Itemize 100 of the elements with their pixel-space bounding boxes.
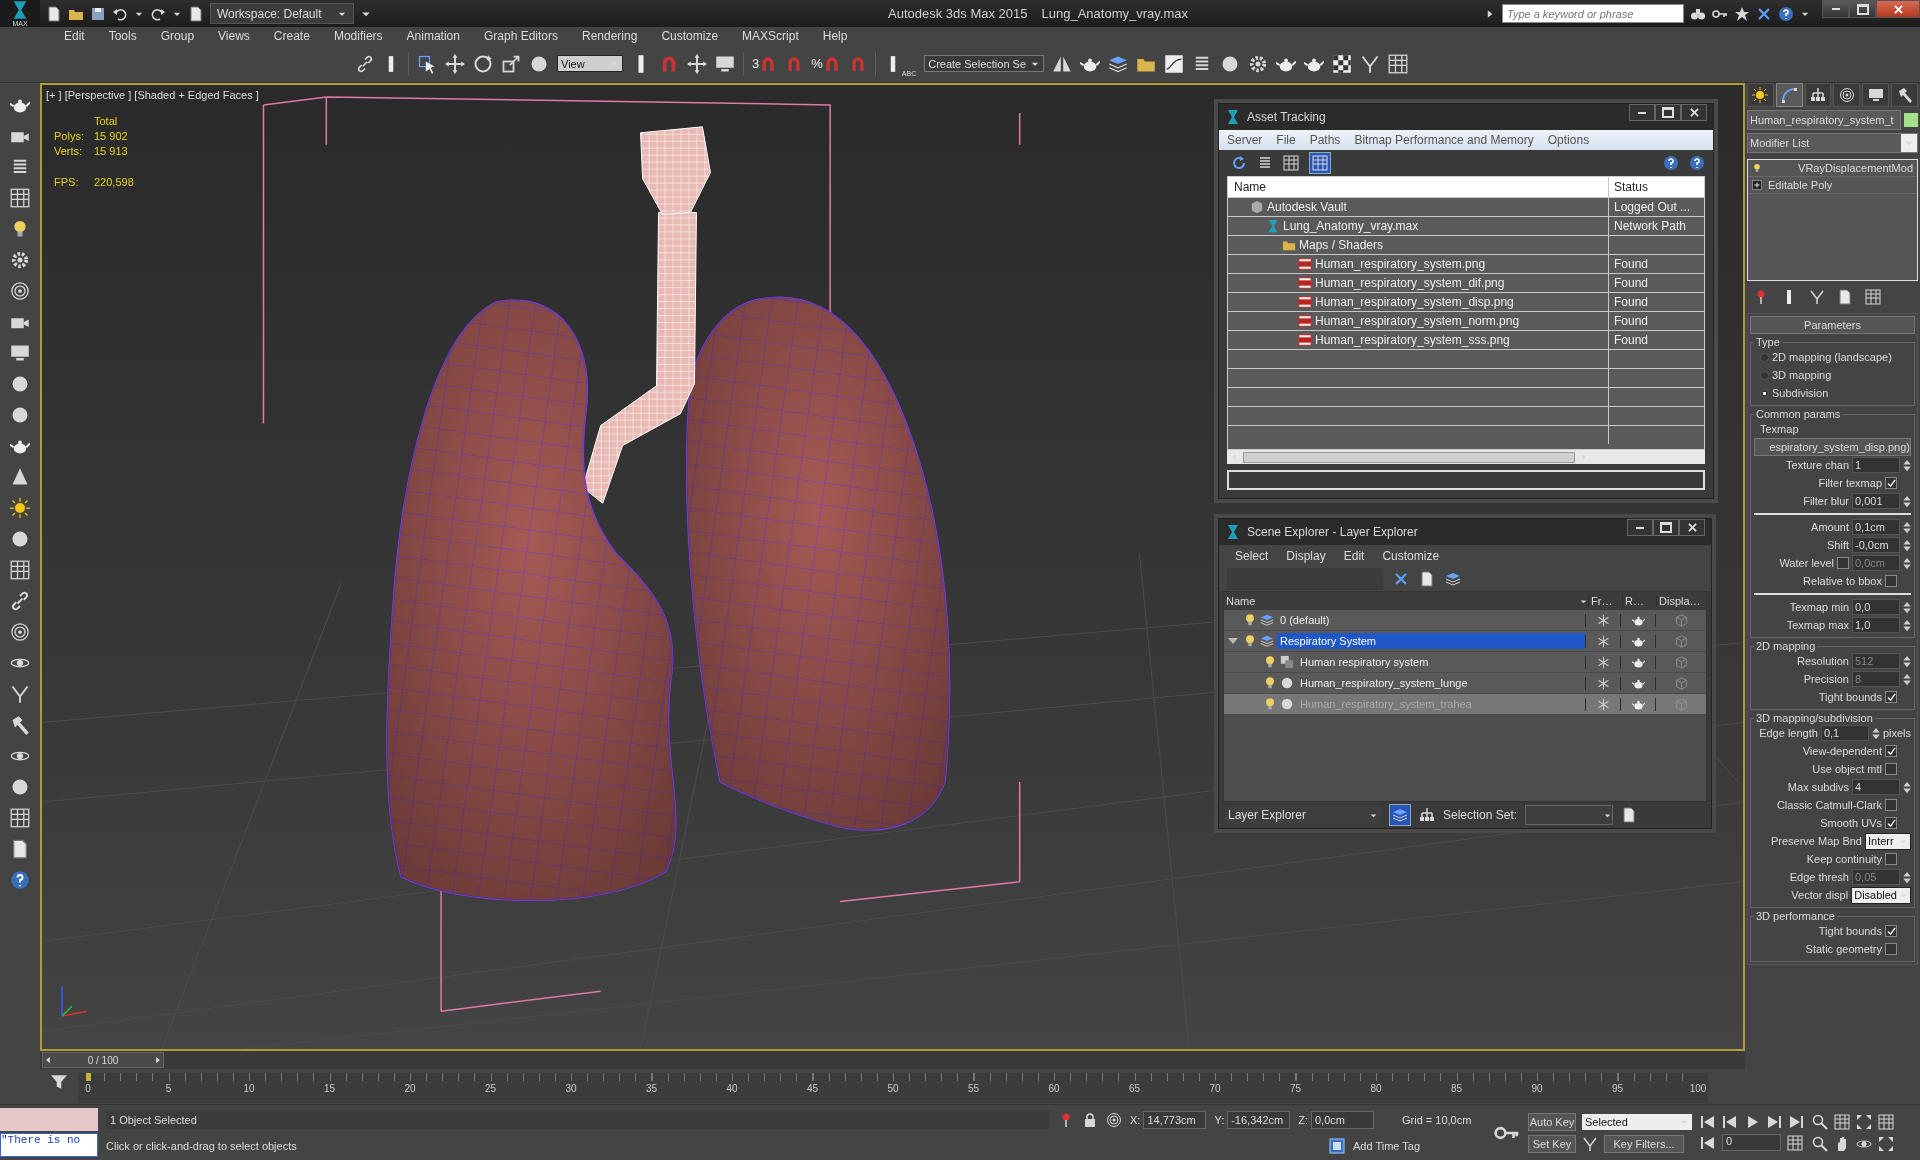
- save-icon[interactable]: [90, 5, 106, 22]
- asset-name[interactable]: Human_respiratory_system.png: [1315, 257, 1486, 271]
- viewport-label[interactable]: [+ ] [Perspective ] [Shaded + Edged Faces ]: [46, 89, 259, 101]
- filter-icon[interactable]: [50, 1073, 68, 1091]
- column-header[interactable]: Name: [1228, 177, 1609, 197]
- add-time-tag-button[interactable]: Add Time Tag: [1353, 1139, 1421, 1152]
- dropdown[interactable]: Disabled: [1851, 886, 1911, 904]
- column-header[interactable]: Fr…: [1588, 595, 1622, 607]
- snowflake-icon[interactable]: [1596, 613, 1610, 627]
- help-icon[interactable]: [1663, 155, 1679, 171]
- snowflake-icon[interactable]: [1596, 655, 1610, 669]
- sphere-icon[interactable]: [10, 777, 30, 797]
- utilities-tab[interactable]: [1891, 83, 1918, 107]
- explorer-mode-dropdown[interactable]: Layer Explorer: [1225, 806, 1381, 824]
- frame-counter[interactable]: 0 / 100: [42, 1052, 164, 1068]
- listener-input-field[interactable]: "There is no: [0, 1132, 98, 1157]
- snowflake-icon[interactable]: [1596, 676, 1610, 690]
- auto-key-button[interactable]: Auto Key: [1528, 1112, 1576, 1131]
- checkbox[interactable]: [1885, 691, 1897, 703]
- radio-button[interactable]: [1760, 388, 1769, 398]
- go-to-end-icon[interactable]: [1788, 1114, 1804, 1130]
- menu-item[interactable]: Edit: [1343, 549, 1365, 563]
- minimize-button[interactable]: [1822, 0, 1849, 18]
- menu-item[interactable]: Group: [148, 29, 207, 43]
- menu-item[interactable]: File: [1276, 133, 1296, 147]
- app-icon[interactable]: [1225, 109, 1241, 125]
- menu-item[interactable]: Server: [1227, 133, 1263, 147]
- move-icon[interactable]: [445, 53, 465, 74]
- spinner-field[interactable]: 1: [1852, 457, 1900, 473]
- star-icon[interactable]: [1734, 5, 1750, 22]
- menu-item[interactable]: Edit: [52, 29, 97, 43]
- menu-item[interactable]: Tools: [96, 29, 149, 43]
- table-view-button[interactable]: [1309, 152, 1331, 174]
- spinner-field[interactable]: 0,0: [1852, 599, 1900, 615]
- checkbox[interactable]: [1885, 943, 1897, 955]
- hierarchy-tab[interactable]: [1804, 83, 1832, 107]
- spinner-field[interactable]: 0,1: [1820, 725, 1869, 741]
- asset-name[interactable]: Human_respiratory_system_sss.png: [1315, 333, 1510, 347]
- grid-icon[interactable]: [10, 560, 30, 580]
- menu-item[interactable]: Bitmap Performance and Memory: [1354, 133, 1534, 147]
- set-key-button[interactable]: Set Key: [1528, 1134, 1576, 1153]
- column-header[interactable]: Name: [1224, 595, 1579, 607]
- snowflake-icon[interactable]: [1596, 697, 1610, 711]
- object-name-field[interactable]: Human_respiratory_system_t: [1747, 110, 1901, 130]
- column-header[interactable]: Status: [1609, 180, 1704, 194]
- sun-icon[interactable]: [10, 498, 30, 518]
- sphere-icon[interactable]: [10, 405, 30, 425]
- time-tag-icon[interactable]: [1329, 1137, 1345, 1154]
- select-object-icon[interactable]: [417, 53, 437, 74]
- spinner-field[interactable]: 0,001: [1852, 493, 1900, 509]
- light-bulb-icon[interactable]: [1263, 697, 1277, 711]
- display-tab[interactable]: [1862, 83, 1890, 107]
- reference-coordinate-dropdown[interactable]: View: [557, 55, 623, 72]
- object-color-swatch[interactable]: [1904, 113, 1918, 127]
- key-mode-dropdown[interactable]: Selected: [1582, 1113, 1692, 1130]
- light-bulb-icon[interactable]: [1243, 634, 1257, 648]
- link-icon[interactable]: [10, 591, 30, 611]
- menu-item[interactable]: Modifiers: [321, 29, 395, 43]
- menu-item[interactable]: Graph Editors: [471, 29, 570, 43]
- menu-item[interactable]: Options: [1547, 133, 1590, 147]
- maximize-button[interactable]: [1655, 104, 1681, 121]
- checkbox[interactable]: [1885, 575, 1897, 587]
- menu-item[interactable]: Help: [810, 29, 860, 43]
- menu-item[interactable]: Customize: [649, 29, 731, 43]
- help-icon[interactable]: [1778, 5, 1794, 22]
- go-to-start-icon[interactable]: [1700, 1114, 1716, 1130]
- checkbox[interactable]: [1885, 763, 1897, 775]
- create-tab[interactable]: [1747, 83, 1774, 107]
- cone-icon[interactable]: [10, 467, 30, 487]
- radio-button[interactable]: [1760, 352, 1769, 362]
- checkbox[interactable]: [1885, 853, 1897, 865]
- target-icon[interactable]: [10, 622, 30, 642]
- menu-item[interactable]: Paths: [1309, 133, 1341, 147]
- grid-icon[interactable]: [1388, 53, 1409, 74]
- menu-item[interactable]: Customize: [1382, 549, 1440, 563]
- refresh-icon[interactable]: [1231, 155, 1247, 171]
- zoom-extents-icon[interactable]: [1856, 1113, 1872, 1130]
- curve-editor-icon[interactable]: [1164, 53, 1185, 74]
- monitor-icon[interactable]: [10, 343, 30, 363]
- light-bulb-icon[interactable]: [1263, 655, 1277, 669]
- menu-item[interactable]: Select: [1235, 549, 1269, 563]
- light-bulb-icon[interactable]: [1243, 613, 1257, 627]
- zoom-icon[interactable]: [1812, 1113, 1828, 1130]
- minimize-button[interactable]: [1629, 104, 1655, 121]
- asset-name[interactable]: Maps / Shaders: [1299, 238, 1384, 252]
- asset-name[interactable]: Human_respiratory_system_norm.png: [1315, 314, 1520, 328]
- rollout-header[interactable]: Parameters: [1750, 316, 1915, 334]
- gear-icon[interactable]: [10, 250, 30, 270]
- light-bulb-icon[interactable]: [1263, 676, 1277, 690]
- path-field[interactable]: [1227, 470, 1705, 490]
- checkbox[interactable]: [1885, 477, 1897, 489]
- clear-icon[interactable]: [1393, 571, 1409, 587]
- grid-icon[interactable]: [10, 808, 30, 828]
- spinner-field[interactable]: 4: [1852, 779, 1900, 795]
- current-frame-field[interactable]: 0: [1722, 1134, 1781, 1151]
- previous-frame-icon[interactable]: [1722, 1114, 1738, 1130]
- next-frame-icon[interactable]: [1766, 1114, 1782, 1130]
- modifier-list-dropdown[interactable]: Modifier List: [1747, 133, 1918, 153]
- menu-item[interactable]: Create: [261, 29, 322, 43]
- light-bulb-icon[interactable]: [1752, 163, 1762, 173]
